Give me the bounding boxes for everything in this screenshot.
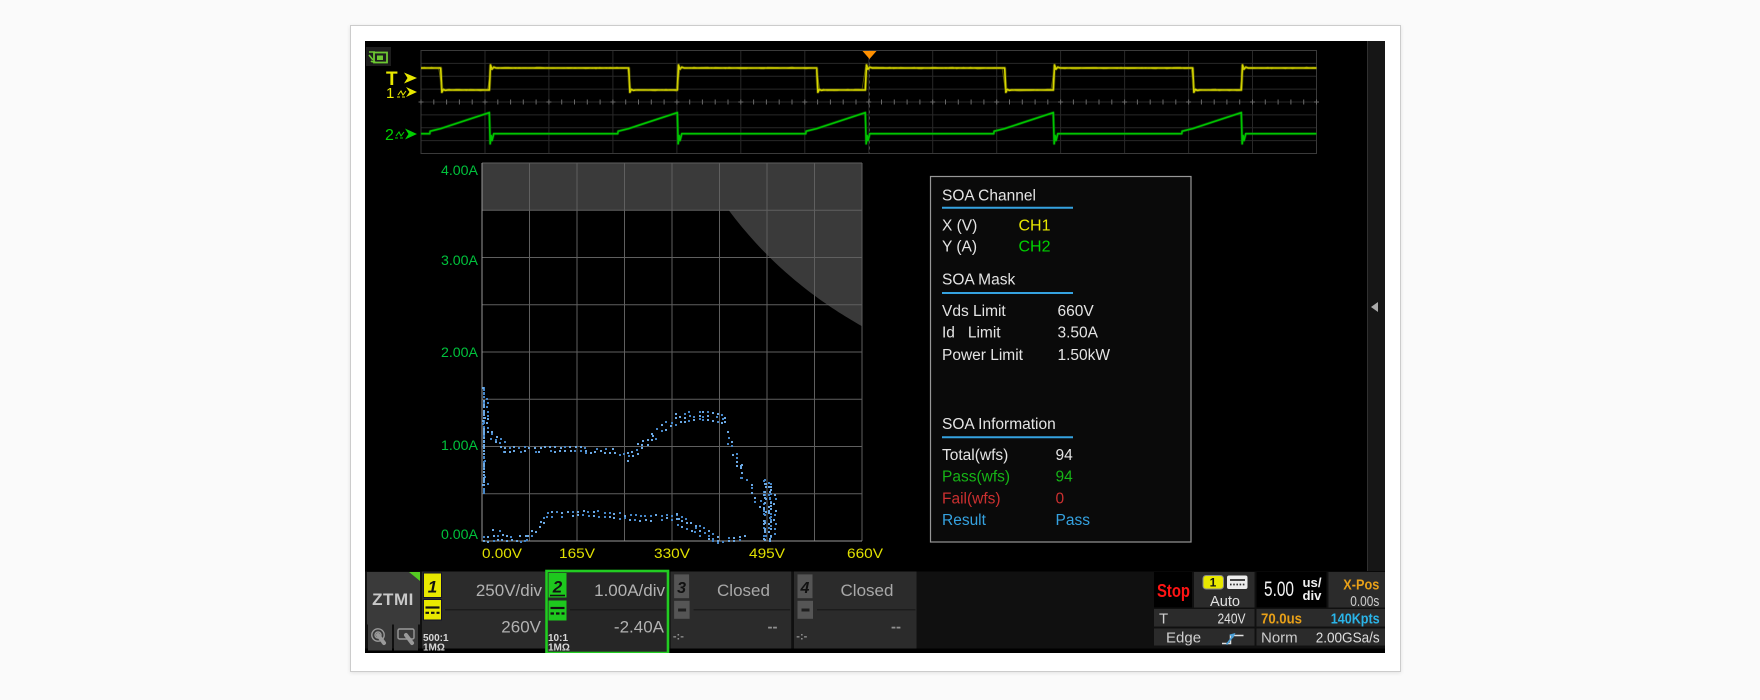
svg-text:Pass(wfs): Pass(wfs) [942,469,1010,486]
svg-text:70.0us: 70.0us [1261,611,1302,628]
svg-text:--: -- [768,619,778,636]
svg-text:140Kpts: 140Kpts [1331,611,1380,628]
svg-text:4.00A: 4.00A [441,163,478,178]
svg-text:660V: 660V [1058,303,1095,320]
svg-text:1: 1 [1210,576,1217,590]
svg-text:4: 4 [800,580,810,597]
svg-text:1: 1 [428,578,437,597]
svg-text:240V: 240V [1218,611,1246,628]
svg-text:495V: 495V [749,546,785,561]
svg-text:94: 94 [1056,469,1074,486]
svg-text:X (V): X (V) [942,218,977,235]
svg-text:div: div [1303,588,1323,603]
svg-text:Auto: Auto [1210,593,1240,610]
svg-text:1MΩ: 1MΩ [423,643,445,654]
svg-text:0.00A: 0.00A [441,527,478,542]
svg-text:CH2: CH2 [1019,239,1051,256]
svg-text:3: 3 [677,580,686,597]
svg-text:Total(wfs): Total(wfs) [942,447,1008,464]
svg-text:2: 2 [552,578,563,597]
svg-text:SOA Mask: SOA Mask [942,272,1015,289]
svg-text:94: 94 [1056,447,1074,464]
svg-text:Result: Result [942,512,987,529]
svg-text:0: 0 [1056,490,1065,507]
svg-text:1.00A: 1.00A [441,438,478,453]
svg-text:0.00s: 0.00s [1350,593,1379,610]
svg-text:Y (A): Y (A) [942,239,977,256]
svg-text:Stop: Stop [1157,581,1190,601]
svg-text:SOA Information: SOA Information [942,416,1056,433]
svg-text:ZTMI: ZTMI [372,590,414,609]
svg-text:1MΩ: 1MΩ [548,643,570,654]
svg-text:165V: 165V [559,546,595,561]
svg-text:3.00A: 3.00A [441,253,478,268]
svg-text:Closed: Closed [841,581,894,600]
svg-text:2.00A: 2.00A [441,345,478,360]
svg-text:330V: 330V [654,546,690,561]
svg-text:Fail(wfs): Fail(wfs) [942,490,1001,507]
svg-text:T: T [1159,611,1168,628]
svg-text:-:-: -:- [796,631,807,643]
svg-text:1.00A/div: 1.00A/div [594,581,665,600]
svg-text:X-Pos: X-Pos [1343,577,1379,594]
svg-text:1: 1 [386,85,394,102]
svg-text:Closed: Closed [717,581,770,600]
svg-text:Vds Limit: Vds Limit [942,303,1006,320]
svg-text:5.00: 5.00 [1264,578,1294,601]
svg-text:260V: 260V [501,618,541,637]
svg-text:250V/div: 250V/div [476,581,543,600]
svg-text:Id Limit: Id Limit [942,325,1001,342]
svg-text:Pass: Pass [1056,512,1091,529]
svg-text:SOA Channel: SOA Channel [942,188,1036,205]
svg-text:-2.40A: -2.40A [614,618,665,637]
svg-text:660V: 660V [847,546,883,561]
svg-text:1.50kW: 1.50kW [1058,347,1111,364]
svg-text:Power Limit: Power Limit [942,347,1024,364]
svg-text:-:-: -:- [673,631,684,643]
svg-text:3.50A: 3.50A [1058,325,1099,342]
svg-text:2.00GSa/s: 2.00GSa/s [1316,630,1380,647]
svg-text:CH1: CH1 [1019,218,1051,235]
svg-text:--: -- [891,619,901,636]
svg-text:Norm: Norm [1261,630,1298,647]
svg-text:2: 2 [385,127,394,144]
svg-text:0.00V: 0.00V [482,546,522,561]
svg-text:Edge: Edge [1166,630,1201,647]
